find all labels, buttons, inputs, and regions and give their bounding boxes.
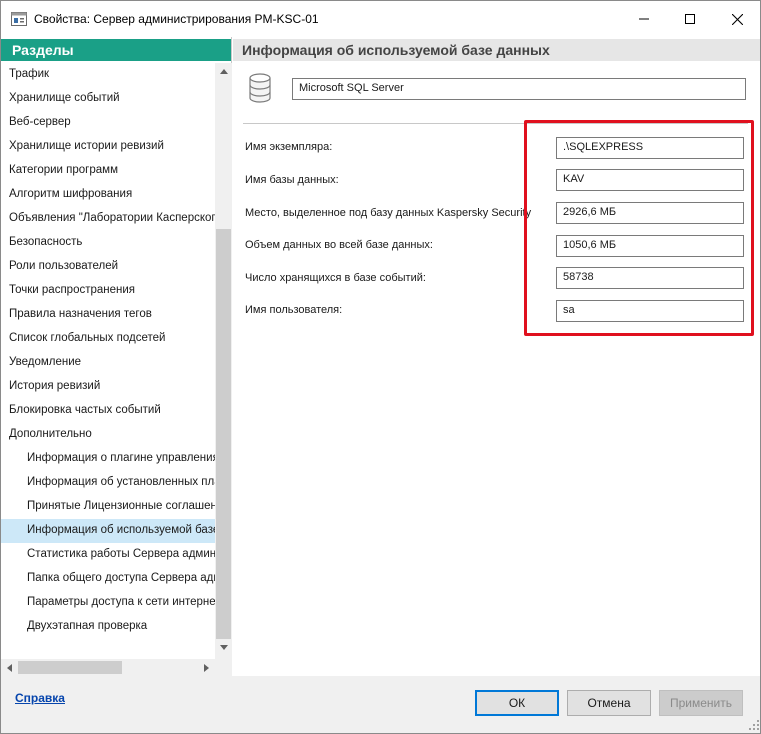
- resize-grip-icon[interactable]: [749, 720, 759, 730]
- window-title: Свойства: Сервер администрирования PM-KS…: [34, 12, 319, 26]
- database-name-label: Имя базы данных:: [245, 174, 339, 186]
- panel-title: Информация об используемой базе данных: [233, 39, 760, 61]
- sidebar-header: Разделы: [1, 39, 231, 61]
- sidebar-vertical-scrollbar[interactable]: [215, 63, 232, 674]
- sidebar-item-user-roles[interactable]: Роли пользователей: [1, 255, 215, 279]
- sidebar-horizontal-scrollbar[interactable]: [1, 659, 215, 676]
- help-link[interactable]: Справка: [15, 691, 65, 705]
- close-icon: [731, 13, 743, 25]
- database-icon: [249, 73, 271, 103]
- ok-button[interactable]: ОК: [475, 690, 559, 716]
- dialog-footer: Справка ОК Отмена Применить: [1, 676, 760, 733]
- data-volume-label: Объем данных во всей базе данных:: [245, 239, 433, 251]
- horizontal-scroll-thumb[interactable]: [18, 661, 122, 674]
- sidebar-item-revision-history[interactable]: История ревизий: [1, 375, 215, 399]
- minimize-icon: [639, 18, 649, 20]
- sidebar-item-global-subnets[interactable]: Список глобальных подсетей: [1, 327, 215, 351]
- sidebar-item-traffic[interactable]: Трафик: [1, 63, 215, 87]
- db-type-field: Microsoft SQL Server: [292, 78, 746, 100]
- scroll-right-arrow-icon[interactable]: [198, 659, 215, 676]
- sidebar-item-frequent-events[interactable]: Блокировка частых событий: [1, 399, 215, 423]
- sidebar-item-advanced[interactable]: Дополнительно: [1, 423, 215, 447]
- event-count-label: Число хранящихся в базе событий:: [245, 272, 426, 284]
- scroll-down-arrow-icon[interactable]: [215, 639, 232, 656]
- scrollbar-corner: [215, 659, 232, 676]
- sidebar-item-server-statistics[interactable]: Статистика работы Сервера админи: [1, 543, 215, 567]
- sidebar-item-announcements[interactable]: Объявления "Лаборатории Касперского": [1, 207, 215, 231]
- sidebar-item-encryption[interactable]: Алгоритм шифрования: [1, 183, 215, 207]
- maximize-button[interactable]: [667, 1, 713, 37]
- sidebar-item-plugin-info[interactable]: Информация о плагине управления С: [1, 447, 215, 471]
- title-bar: Свойства: Сервер администрирования PM-KS…: [1, 1, 760, 37]
- sidebar-item-tag-rules[interactable]: Правила назначения тегов: [1, 303, 215, 327]
- sidebar-item-internet-access[interactable]: Параметры доступа к сети интернет: [1, 591, 215, 615]
- database-info-panel: Информация об используемой базе данных M…: [233, 37, 760, 676]
- sidebar-item-revision-storage[interactable]: Хранилище истории ревизий: [1, 135, 215, 159]
- scroll-left-arrow-icon[interactable]: [1, 659, 18, 676]
- close-button[interactable]: [714, 1, 760, 37]
- sidebar-item-distribution-points[interactable]: Точки распространения: [1, 279, 215, 303]
- sidebar-item-notification[interactable]: Уведомление: [1, 351, 215, 375]
- sections-list: Трафик Хранилище событий Веб-сервер Хран…: [1, 63, 215, 661]
- sidebar-item-shared-folder[interactable]: Папка общего доступа Сервера адми: [1, 567, 215, 591]
- highlight-box: [524, 120, 754, 336]
- scroll-up-arrow-icon[interactable]: [215, 63, 232, 80]
- sidebar-item-installed-plugins[interactable]: Информация об установленных плаги: [1, 471, 215, 495]
- apply-button[interactable]: Применить: [659, 690, 743, 716]
- instance-name-label: Имя экземпляра:: [245, 141, 333, 153]
- sidebar-item-license-agreements[interactable]: Принятые Лицензионные соглашения: [1, 495, 215, 519]
- cancel-button[interactable]: Отмена: [567, 690, 651, 716]
- allocated-space-label: Место, выделенное под базу данных Kasper…: [245, 207, 532, 219]
- properties-window: Свойства: Сервер администрирования PM-KS…: [0, 0, 761, 734]
- sidebar-item-app-categories[interactable]: Категории программ: [1, 159, 215, 183]
- sidebar-item-event-storage[interactable]: Хранилище событий: [1, 87, 215, 111]
- sidebar-item-two-step[interactable]: Двухэтапная проверка: [1, 615, 215, 639]
- vertical-scroll-thumb[interactable]: [216, 229, 231, 639]
- sections-sidebar: Разделы Трафик Хранилище событий Веб-сер…: [1, 37, 232, 676]
- sidebar-item-web-server[interactable]: Веб-сервер: [1, 111, 215, 135]
- minimize-button[interactable]: [621, 1, 667, 37]
- sidebar-item-security[interactable]: Безопасность: [1, 231, 215, 255]
- maximize-icon: [685, 14, 695, 24]
- app-icon: [11, 12, 27, 26]
- user-name-label: Имя пользователя:: [245, 304, 343, 316]
- dialog-content: Разделы Трафик Хранилище событий Веб-сер…: [1, 37, 760, 676]
- sidebar-item-database-info[interactable]: Информация об используемой базе д: [1, 519, 215, 543]
